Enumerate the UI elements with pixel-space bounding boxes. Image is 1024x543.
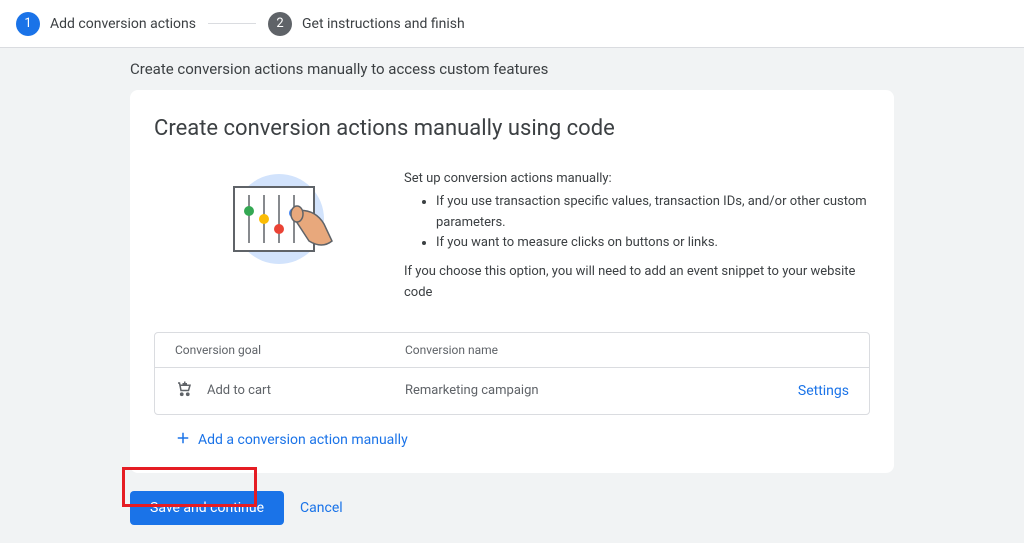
add-conversion-label: Add a conversion action manually bbox=[198, 432, 408, 448]
footer: Save and continue Cancel bbox=[0, 473, 1024, 543]
header-name: Conversion name bbox=[405, 343, 769, 357]
save-continue-button[interactable]: Save and continue bbox=[130, 491, 284, 525]
add-conversion-link[interactable]: Add a conversion action manually bbox=[154, 415, 870, 455]
step-2-circle: 2 bbox=[268, 12, 292, 36]
page-subtitle: Create conversion actions manually to ac… bbox=[130, 60, 894, 78]
card-title: Create conversion actions manually using… bbox=[154, 116, 870, 141]
step-1-label: Add conversion actions bbox=[50, 16, 196, 32]
sliders-illustration-icon bbox=[214, 169, 344, 279]
step-1-circle: 1 bbox=[16, 12, 40, 36]
intro-bullet-1: If you use transaction specific values, … bbox=[436, 192, 870, 234]
stepper: 1 Add conversion actions 2 Get instructi… bbox=[0, 0, 1024, 48]
content-area: Create conversion actions manually to ac… bbox=[0, 48, 1024, 473]
step-2-label: Get instructions and finish bbox=[302, 16, 465, 32]
header-goal: Conversion goal bbox=[175, 343, 405, 357]
add-to-cart-icon bbox=[175, 380, 193, 402]
intro-text: Set up conversion actions manually: If y… bbox=[404, 169, 870, 304]
illustration bbox=[214, 169, 344, 283]
main-card: Create conversion actions manually using… bbox=[130, 90, 894, 473]
intro-row: Set up conversion actions manually: If y… bbox=[154, 169, 870, 304]
row-goal: Add to cart bbox=[207, 383, 271, 398]
step-2[interactable]: 2 Get instructions and finish bbox=[268, 12, 465, 36]
table-row: Add to cart Remarketing campaign Setting… bbox=[155, 368, 869, 414]
intro-bullet-2: If you want to measure clicks on buttons… bbox=[436, 233, 870, 254]
row-name: Remarketing campaign bbox=[405, 383, 769, 398]
conversion-table: Conversion goal Conversion name bbox=[154, 332, 870, 415]
row-settings-link[interactable]: Settings bbox=[798, 383, 849, 399]
cancel-button[interactable]: Cancel bbox=[300, 500, 343, 516]
table-header: Conversion goal Conversion name bbox=[155, 333, 869, 368]
header-action bbox=[769, 343, 849, 357]
intro-lead: Set up conversion actions manually: bbox=[404, 169, 870, 190]
plus-icon bbox=[174, 429, 192, 451]
step-divider bbox=[208, 23, 256, 24]
step-1[interactable]: 1 Add conversion actions bbox=[16, 12, 196, 36]
intro-note: If you choose this option, you will need… bbox=[404, 262, 870, 304]
